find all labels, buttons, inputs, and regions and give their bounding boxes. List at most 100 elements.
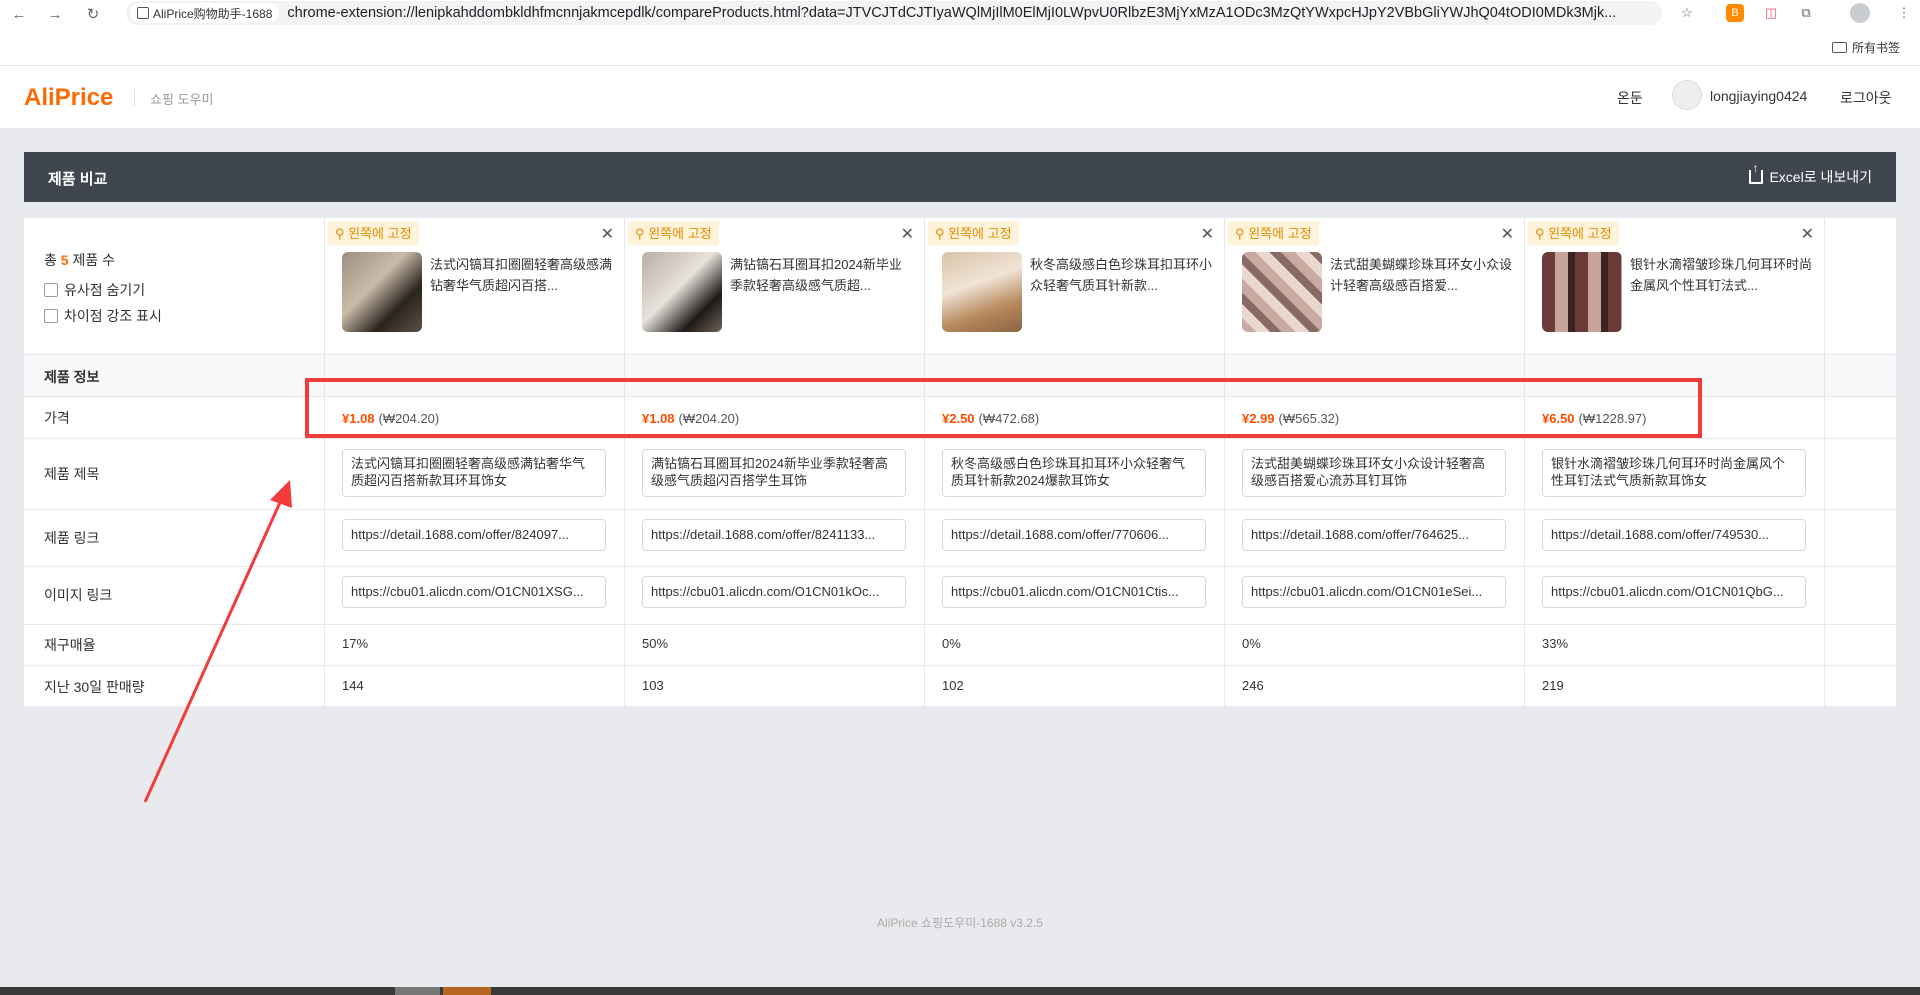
close-icon[interactable]: ✕ xyxy=(1801,224,1814,244)
product-column: ⚲ 왼쪽에 고정 ✕ 满钻镐石耳圈耳扣2024新毕业季款轻奢高级感气质超... … xyxy=(624,218,924,706)
page-title: 제품 비교 xyxy=(48,171,108,188)
hide-similar-label: 유사점 숨기기 xyxy=(64,282,146,298)
puzzle-icon[interactable]: ⧉ xyxy=(1795,2,1817,24)
sales-value: 219 xyxy=(1542,678,1564,693)
link-label: 제품 링크 xyxy=(44,530,100,546)
repurchase-value: 0% xyxy=(1242,636,1261,651)
pin-left-button[interactable]: ⚲ 왼쪽에 고정 xyxy=(328,221,419,245)
sales-value: 246 xyxy=(1242,678,1264,693)
title-label: 제품 제목 xyxy=(44,466,100,482)
close-icon[interactable]: ✕ xyxy=(901,224,914,244)
repurchase-value: 0% xyxy=(942,636,961,651)
total-count: 총 5 제품 수 xyxy=(44,250,115,270)
highlight-diff-checkbox[interactable]: 차이점 강조 표시 xyxy=(44,306,162,326)
product-link-field[interactable]: https://detail.1688.com/offer/749530... xyxy=(1542,519,1806,551)
title-field[interactable]: 法式甜美蝴蝶珍珠耳环女小众设计轻奢高级感百搭爱心流苏耳钉耳饰 xyxy=(1242,449,1506,497)
address-bar[interactable]: AliPrice购物助手-1688 chrome-extension://len… xyxy=(126,1,1662,25)
site-chip-label: AliPrice购物助手-1688 xyxy=(153,6,273,21)
menu-icon[interactable]: ⋮ xyxy=(1893,2,1915,24)
all-bookmarks[interactable]: 所有书签 xyxy=(1832,39,1900,56)
browser-toolbar: ← → ↻ AliPrice购物助手-1688 chrome-extension… xyxy=(0,0,1920,28)
section-title: 제품 정보 xyxy=(44,369,100,385)
pin-label: 왼쪽에 고정 xyxy=(1548,226,1612,241)
pin-label: 왼쪽에 고정 xyxy=(348,226,412,241)
product-title[interactable]: 法式甜美蝴蝶珍珠耳环女小众设计轻奢高级感百搭爱... xyxy=(1330,254,1514,296)
export-label: Excel로 내보내기 xyxy=(1769,169,1872,185)
product-link-field[interactable]: https://detail.1688.com/offer/764625... xyxy=(1242,519,1506,551)
product-thumbnail[interactable] xyxy=(1242,252,1322,332)
repurchase-label: 재구매율 xyxy=(44,637,96,653)
site-chip[interactable]: AliPrice购物助手-1688 xyxy=(130,3,280,23)
reload-icon[interactable]: ↻ xyxy=(80,3,106,25)
sales-value: 144 xyxy=(342,678,364,693)
url-text[interactable]: chrome-extension://lenipkahddombkldhfmcn… xyxy=(287,5,1616,21)
total-suffix: 제품 수 xyxy=(72,252,115,268)
product-link-field[interactable]: https://detail.1688.com/offer/8241133... xyxy=(642,519,906,551)
comparison-table: 제품 정보 총 5 제품 수 유사점 숨기기 차이점 강조 표시 가격 제품 제… xyxy=(24,218,1896,706)
app-header: AliPrice 쇼핑 도우미 온둔 longjiaying0424 로그아웃 xyxy=(0,66,1920,128)
product-title[interactable]: 秋冬高级感白色珍珠耳扣耳环小众轻奢气质耳针新款... xyxy=(1030,254,1214,296)
export-excel-button[interactable]: Excel로 내보내기 xyxy=(1749,161,1872,187)
close-icon[interactable]: ✕ xyxy=(1201,224,1214,244)
close-icon[interactable]: ✕ xyxy=(1501,224,1514,244)
total-number: 5 xyxy=(60,252,69,268)
logo-subtitle: 쇼핑 도우미 xyxy=(150,92,214,107)
taskbar xyxy=(0,987,1920,995)
close-icon[interactable]: ✕ xyxy=(601,224,614,244)
pin-left-button[interactable]: ⚲ 왼쪽에 고정 xyxy=(1528,221,1619,245)
product-title[interactable]: 法式闪镐耳扣圈圈轻奢高级感满钻奢华气质超闪百搭... xyxy=(430,254,614,296)
title-field[interactable]: 秋冬高级感白色珍珠耳扣耳环小众轻奢气质耳针新款2024爆款耳饰女 xyxy=(942,449,1206,497)
checkbox-box[interactable] xyxy=(44,309,58,323)
checkbox-box[interactable] xyxy=(44,283,58,297)
product-title[interactable]: 银针水滴褶皱珍珠几何耳环时尚金属风个性耳钉法式... xyxy=(1630,254,1814,296)
pin-label: 왼쪽에 고정 xyxy=(948,226,1012,241)
title-field[interactable]: 银针水滴褶皱珍珠几何耳环时尚金属风个性耳钉法式气质新款耳饰女 xyxy=(1542,449,1806,497)
logout-button[interactable]: 로그아웃 xyxy=(1840,88,1892,108)
repurchase-value: 50% xyxy=(642,636,669,651)
pin-left-button[interactable]: ⚲ 왼쪽에 고정 xyxy=(628,221,719,245)
title-field[interactable]: 法式闪镐耳扣圈圈轻奢高级感满钻奢华气质超闪百搭新款耳环耳饰女 xyxy=(342,449,606,497)
hide-similar-checkbox[interactable]: 유사점 숨기기 xyxy=(44,280,145,300)
product-title[interactable]: 满钻镐石耳圈耳扣2024新毕业季款轻奢高级感气质超... xyxy=(730,254,914,296)
compare-titlebar: 제품 비교 Excel로 내보내기 xyxy=(24,152,1896,202)
image-link-field[interactable]: https://cbu01.alicdn.com/O1CN01eSei... xyxy=(1242,576,1506,608)
product-column: ⚲ 왼쪽에 고정 ✕ 法式甜美蝴蝶珍珠耳环女小众设计轻奢高级感百搭爱... ¥2… xyxy=(1224,218,1524,706)
logo[interactable]: AliPrice xyxy=(24,84,113,112)
image-link-label: 이미지 링크 xyxy=(44,587,113,603)
sales-label: 지난 30일 판매량 xyxy=(44,679,145,695)
product-thumbnail[interactable] xyxy=(942,252,1022,332)
image-link-field[interactable]: https://cbu01.alicdn.com/O1CN01XSG... xyxy=(342,576,606,608)
pin-left-button[interactable]: ⚲ 왼쪽에 고정 xyxy=(928,221,1019,245)
price-label: 가격 xyxy=(44,410,70,426)
forward-icon[interactable]: → xyxy=(42,3,68,25)
product-thumbnail[interactable] xyxy=(1542,252,1622,332)
language-selector[interactable]: 온둔 xyxy=(1617,88,1643,108)
total-prefix: 총 xyxy=(44,252,57,268)
image-link-field[interactable]: https://cbu01.alicdn.com/O1CN01QbG... xyxy=(1542,576,1806,608)
image-link-field[interactable]: https://cbu01.alicdn.com/O1CN01Ctis... xyxy=(942,576,1206,608)
folder-icon xyxy=(1832,42,1847,53)
extension-g-icon[interactable]: ◫ xyxy=(1760,2,1782,24)
avatar[interactable] xyxy=(1672,80,1702,110)
product-link-field[interactable]: https://detail.1688.com/offer/824097... xyxy=(342,519,606,551)
profile-icon[interactable] xyxy=(1850,3,1870,23)
bookmarks-bar: 所有书签 xyxy=(0,28,1920,66)
title-field[interactable]: 满钻镐石耳圈耳扣2024新毕业季款轻奢高级感气质超闪百搭学生耳饰 xyxy=(642,449,906,497)
taskbar-item[interactable] xyxy=(395,987,440,995)
annotation-highlight-box xyxy=(305,378,1702,438)
product-thumbnail[interactable] xyxy=(342,252,422,332)
taskbar-item[interactable] xyxy=(443,987,491,995)
logo-divider xyxy=(134,90,135,106)
product-column: ⚲ 왼쪽에 고정 ✕ 银针水滴褶皱珍珠几何耳环时尚金属风个性耳钉法式... ¥6… xyxy=(1524,218,1824,706)
product-thumbnail[interactable] xyxy=(642,252,722,332)
username[interactable]: longjiaying0424 xyxy=(1710,88,1807,104)
product-link-field[interactable]: https://detail.1688.com/offer/770606... xyxy=(942,519,1206,551)
back-icon[interactable]: ← xyxy=(6,3,32,25)
pin-left-button[interactable]: ⚲ 왼쪽에 고정 xyxy=(1228,221,1319,245)
extension-icon xyxy=(137,7,149,19)
extension-b-icon[interactable]: B xyxy=(1726,4,1744,22)
star-icon[interactable]: ☆ xyxy=(1676,2,1698,24)
image-link-field[interactable]: https://cbu01.alicdn.com/O1CN01kOc... xyxy=(642,576,906,608)
pin-label: 왼쪽에 고정 xyxy=(648,226,712,241)
sales-value: 102 xyxy=(942,678,964,693)
